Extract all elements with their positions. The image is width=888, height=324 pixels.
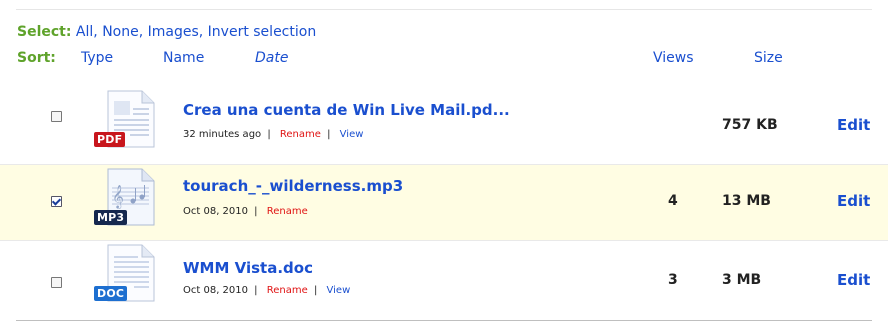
- meta-separator: |: [310, 285, 318, 296]
- select-bar: Select: All, None, Images, Invert select…: [17, 24, 316, 40]
- meta-separator: |: [323, 129, 331, 140]
- file-checkbox[interactable]: [51, 111, 62, 122]
- sort-by-views-link[interactable]: Views: [653, 50, 694, 66]
- pdf-file-icon: PDF: [94, 90, 156, 148]
- file-checkbox-checked[interactable]: [51, 196, 62, 207]
- file-name-link[interactable]: WMM Vista.doc: [183, 259, 313, 277]
- edit-link[interactable]: Edit: [837, 116, 870, 134]
- bottom-divider: [16, 320, 872, 321]
- file-row: PDF Crea una cuenta de Win Live Mail.pd.…: [0, 80, 888, 164]
- file-row: 𝄞 MP3 tourach_-_wilderness.mp3 Oct 08, 2…: [0, 165, 888, 240]
- file-type-badge: DOC: [94, 286, 128, 301]
- sort-by-type-link[interactable]: Type: [81, 50, 113, 66]
- file-name-link[interactable]: Crea una cuenta de Win Live Mail.pd...: [183, 101, 510, 119]
- file-views: 3: [668, 272, 678, 288]
- rename-link[interactable]: Rename: [267, 285, 308, 296]
- invert-selection-link[interactable]: Invert selection: [208, 24, 317, 40]
- file-date: Oct 08, 2010: [183, 285, 248, 296]
- select-none-link[interactable]: None: [102, 24, 139, 40]
- select-images-link[interactable]: Images: [148, 24, 199, 40]
- file-date: Oct 08, 2010: [183, 206, 248, 217]
- view-link[interactable]: View: [327, 285, 351, 296]
- file-size: 757 KB: [722, 117, 778, 133]
- sort-bar: Sort: Type Name Date Views Size: [17, 50, 877, 70]
- meta-separator: |: [264, 129, 271, 140]
- file-type-badge: MP3: [94, 210, 128, 225]
- sort-label: Sort:: [17, 50, 56, 66]
- select-all-link[interactable]: All: [76, 24, 93, 40]
- file-row: DOC WMM Vista.doc Oct 08, 2010 | Rename …: [0, 241, 888, 319]
- select-separator: ,: [93, 24, 98, 40]
- file-date: 32 minutes ago: [183, 129, 262, 140]
- sort-by-size-link[interactable]: Size: [754, 50, 783, 66]
- rename-link[interactable]: Rename: [280, 129, 321, 140]
- select-separator: ,: [198, 24, 204, 40]
- file-type-badge: PDF: [94, 132, 126, 147]
- top-divider: [16, 9, 872, 10]
- edit-link[interactable]: Edit: [837, 192, 870, 210]
- view-link[interactable]: View: [340, 129, 364, 140]
- file-size: 3 MB: [722, 272, 762, 288]
- select-separator: ,: [138, 24, 144, 40]
- file-checkbox[interactable]: [51, 277, 62, 288]
- doc-file-icon: DOC: [94, 244, 156, 302]
- meta-separator: |: [251, 206, 258, 217]
- sort-by-date-link[interactable]: Date: [255, 50, 288, 66]
- meta-separator: |: [251, 285, 258, 296]
- file-size: 13 MB: [722, 193, 771, 209]
- svg-text:𝄞: 𝄞: [112, 184, 124, 209]
- file-views: 4: [668, 193, 678, 209]
- file-meta: Oct 08, 2010 | Rename | View: [183, 285, 350, 296]
- edit-link[interactable]: Edit: [837, 271, 870, 289]
- select-label: Select:: [17, 24, 72, 40]
- sort-by-name-link[interactable]: Name: [163, 50, 204, 66]
- file-meta: 32 minutes ago | Rename | View: [183, 129, 363, 140]
- rename-link[interactable]: Rename: [267, 206, 308, 217]
- file-meta: Oct 08, 2010 | Rename: [183, 206, 308, 217]
- mp3-file-icon: 𝄞 MP3: [94, 168, 156, 226]
- file-name-link[interactable]: tourach_-_wilderness.mp3: [183, 177, 403, 195]
